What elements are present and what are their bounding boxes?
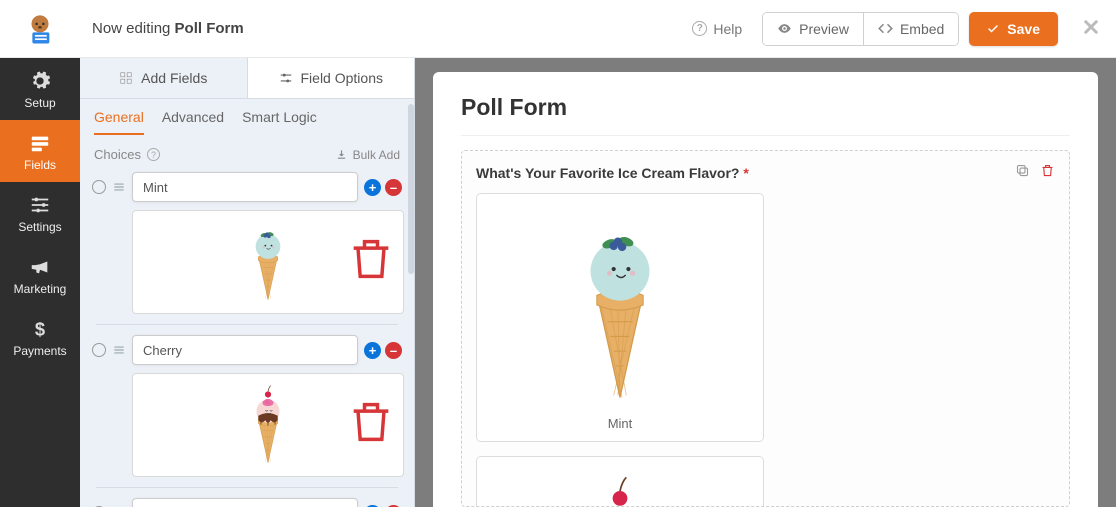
trash-icon xyxy=(345,380,397,464)
subtab-advanced[interactable]: Advanced xyxy=(162,109,224,135)
nav-payments[interactable]: $ Payments xyxy=(0,306,80,368)
form-canvas: Poll Form What's Your Favorite Ice Cream… xyxy=(433,72,1098,507)
choice-radio[interactable] xyxy=(92,180,106,194)
tab-add-fields[interactable]: Add Fields xyxy=(80,58,248,99)
subtab-smart-logic[interactable]: Smart Logic xyxy=(242,109,317,135)
delete-field-button[interactable] xyxy=(1040,163,1055,183)
copy-icon xyxy=(1015,163,1030,178)
close-button[interactable] xyxy=(1082,16,1100,42)
choice-add-button[interactable]: + xyxy=(364,342,381,359)
option-card[interactable]: Mint xyxy=(476,193,764,442)
choice-row: + – xyxy=(88,168,406,206)
left-nav: Setup Fields Settings Marketing $ Paymen… xyxy=(0,58,80,507)
trash-icon xyxy=(1040,163,1055,178)
svg-text:$: $ xyxy=(35,318,45,339)
cherry-cone-image xyxy=(555,471,685,507)
choice-remove-button[interactable]: – xyxy=(385,179,402,196)
panel-scrollbar[interactable] xyxy=(408,104,414,274)
sliders-icon xyxy=(29,194,51,216)
mint-cone-image xyxy=(555,208,685,408)
gear-icon xyxy=(29,70,51,92)
help-icon: ? xyxy=(692,21,707,36)
drag-handle-icon[interactable] xyxy=(112,180,126,194)
choice-image-preview[interactable] xyxy=(132,210,404,314)
choice-input[interactable] xyxy=(132,335,358,365)
app-logo xyxy=(0,12,80,46)
download-icon xyxy=(336,149,347,160)
close-icon xyxy=(1082,18,1100,36)
sliders-small-icon xyxy=(279,71,293,85)
help-link[interactable]: ? Help xyxy=(682,21,752,37)
duplicate-field-button[interactable] xyxy=(1015,163,1030,183)
nav-setup[interactable]: Setup xyxy=(0,58,80,120)
subtab-general[interactable]: General xyxy=(94,109,144,135)
eye-icon xyxy=(777,21,792,36)
now-editing-label: Now editing Poll Form xyxy=(92,20,682,37)
field-label: What's Your Favorite Ice Cream Flavor? * xyxy=(476,165,749,181)
choices-help-icon[interactable]: ? xyxy=(147,148,160,161)
form-title[interactable]: Poll Form xyxy=(461,94,1070,135)
bulk-add-link[interactable]: Bulk Add xyxy=(336,148,400,162)
dollar-icon: $ xyxy=(29,318,51,340)
choices-label: Choices xyxy=(94,147,141,162)
form-icon xyxy=(29,132,51,154)
nav-settings[interactable]: Settings xyxy=(0,182,80,244)
preview-embed-group: Preview Embed xyxy=(762,12,959,46)
option-label: Mint xyxy=(608,416,633,431)
tab-field-options[interactable]: Field Options xyxy=(248,58,415,99)
field-options-panel: Add Fields Field Options General Advance… xyxy=(80,58,415,507)
image-delete-button[interactable] xyxy=(345,380,397,467)
option-card[interactable]: Cherry xyxy=(476,456,764,507)
field-block[interactable]: What's Your Favorite Ice Cream Flavor? * xyxy=(461,150,1070,507)
trash-icon xyxy=(345,217,397,301)
choice-row: + – xyxy=(88,331,406,369)
bullhorn-icon xyxy=(29,256,51,278)
choice-input[interactable] xyxy=(132,498,358,507)
mint-cone-thumbnail xyxy=(242,220,294,304)
choice-add-button[interactable]: + xyxy=(364,179,381,196)
form-canvas-wrapper: Poll Form What's Your Favorite Ice Cream… xyxy=(415,58,1116,507)
check-icon xyxy=(987,23,999,35)
grid-icon xyxy=(119,71,133,85)
choice-radio[interactable] xyxy=(92,343,106,357)
choice-row: + – xyxy=(88,494,406,507)
cherry-cone-thumbnail xyxy=(242,383,294,467)
nav-fields[interactable]: Fields xyxy=(0,120,80,182)
image-delete-button[interactable] xyxy=(345,217,397,304)
preview-button[interactable]: Preview xyxy=(763,13,863,45)
choice-input[interactable] xyxy=(132,172,358,202)
drag-handle-icon[interactable] xyxy=(112,343,126,357)
code-icon xyxy=(878,21,893,36)
choice-remove-button[interactable]: – xyxy=(385,342,402,359)
nav-marketing[interactable]: Marketing xyxy=(0,244,80,306)
embed-button[interactable]: Embed xyxy=(863,13,958,45)
topbar: Now editing Poll Form ? Help Preview Emb… xyxy=(0,0,1116,58)
choice-image-preview[interactable] xyxy=(132,373,404,477)
save-button[interactable]: Save xyxy=(969,12,1058,46)
